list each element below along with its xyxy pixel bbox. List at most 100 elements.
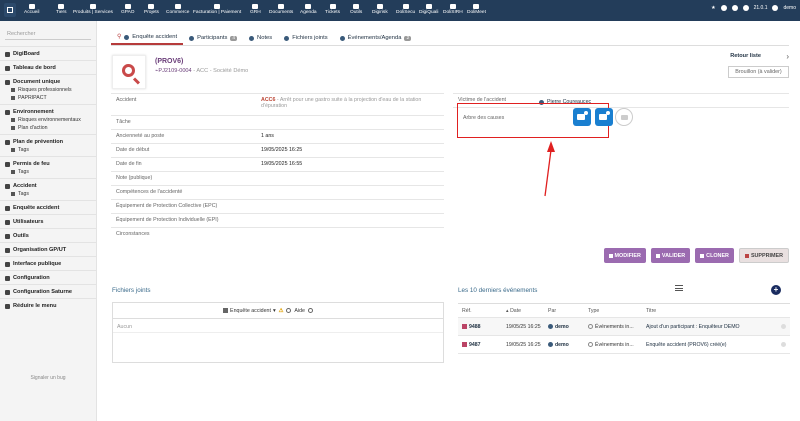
events-table: Réf. ▴ Date Par Type Titre 9488 19/05/25… (458, 303, 790, 354)
nav-gpao[interactable]: GPAO (121, 4, 135, 15)
ticket-icon (329, 4, 336, 9)
table-row[interactable]: 9487 19/05/25 16:25 demo Événements in..… (458, 336, 790, 354)
modify-button[interactable]: MODIFIER (603, 248, 646, 263)
tab-enquete-accident[interactable]: ⚲ Enquête accident (111, 31, 184, 45)
settings-icon[interactable] (731, 5, 738, 11)
trash-icon (744, 253, 749, 258)
tab-notes[interactable]: Notes (243, 31, 278, 45)
user-name[interactable]: demo (783, 5, 796, 11)
sidebar-item[interactable]: Tableau de bord (5, 65, 91, 71)
sidebar-subitem[interactable]: Plan d'action (5, 125, 91, 131)
list-icon (11, 126, 15, 130)
nav-digirisk[interactable]: Digirisk (372, 4, 388, 15)
sidebar-item[interactable]: Réduire le menu (5, 303, 91, 309)
table-row[interactable]: 9488 19/05/25 16:25 demo Événements in..… (458, 318, 790, 336)
chevron-right-icon[interactable]: › (786, 52, 789, 61)
field-row: Compétences de l'accidenté (111, 185, 444, 199)
nav-tickets[interactable]: Tickets (325, 4, 340, 15)
tab-participants[interactable]: Participants 4 (183, 31, 243, 45)
nav-facturation[interactable]: Facturation | Paiement (193, 4, 241, 15)
sidebar-item[interactable]: Accident (5, 183, 91, 189)
sidebar-subitem[interactable]: Risques professionnels (5, 87, 91, 93)
sidebar-item[interactable]: Interface publique (5, 261, 91, 267)
sidebar-subitem[interactable]: Tags (5, 169, 91, 175)
sidebar-item[interactable]: Organisation GP/UT (5, 247, 91, 253)
toggle-icon[interactable] (781, 324, 786, 329)
sidebar-item[interactable]: Configuration Saturne (5, 289, 91, 295)
top-navbar: Accueil Tiers Produits | Services GPAO P… (0, 0, 800, 21)
sidebar-item[interactable]: Enquête accident (5, 205, 91, 211)
delete-button[interactable]: SUPPRIMER (738, 248, 789, 263)
nav-produits[interactable]: Produits | Services (73, 4, 113, 15)
menu-icon (5, 139, 10, 145)
files-empty: Aucun (113, 319, 443, 333)
nav-tiers[interactable]: Tiers (56, 4, 66, 15)
sidebar-subitem[interactable]: Tags (5, 147, 91, 153)
version-label: 21.0.1 (753, 5, 768, 11)
upload-icon[interactable] (308, 308, 313, 313)
list-icon[interactable] (675, 285, 683, 291)
generate-icon[interactable] (286, 308, 292, 313)
field-row: Ancienneté au poste 1 ans (111, 129, 444, 143)
nav-documents[interactable]: Documents (269, 4, 293, 15)
sidebar-item[interactable]: DigiBoard (5, 51, 91, 57)
add-cause-node-button[interactable] (595, 108, 613, 126)
nav-grh[interactable]: GRH (250, 4, 261, 15)
list-icon (11, 118, 15, 122)
nav-dolimeet[interactable]: DoliMeet (467, 4, 486, 15)
calendar-icon (305, 4, 312, 9)
sidebar-item[interactable]: Plan de prévention (5, 139, 91, 145)
toggle-icon[interactable] (781, 342, 786, 347)
nav-agenda[interactable]: Agenda (300, 4, 317, 15)
menu-icon (5, 183, 10, 189)
star-icon[interactable]: ★ (711, 5, 715, 11)
tab-fichiers-joints[interactable]: Fichiers joints (278, 31, 333, 45)
sidebar-subitem[interactable]: PAPRIPACT (5, 95, 91, 101)
field-row: Accident ACC6 - Arrêt pour une gastro sui… (111, 93, 444, 115)
tab-evenements[interactable]: Événements/Agenda 2 (334, 31, 418, 45)
nav-dolisecu[interactable]: DoliSecu (396, 4, 415, 15)
sidebar-item[interactable]: Environnement (5, 109, 91, 115)
help-icon[interactable] (742, 5, 749, 11)
count-badge: 2 (404, 35, 412, 41)
sidebar-subitem[interactable]: Tags (5, 191, 91, 197)
search-input[interactable]: Rechercher (5, 29, 91, 40)
help-link[interactable]: Aide (294, 308, 305, 314)
users-icon (252, 4, 259, 9)
check-icon (655, 253, 660, 258)
nav-accueil[interactable]: Accueil (24, 4, 39, 15)
sidebar-item[interactable]: Utilisateurs (5, 219, 91, 225)
add-cause-tree-button[interactable] (573, 108, 591, 126)
users-icon (189, 35, 195, 41)
sidebar-group: Configuration (0, 270, 96, 284)
sidebar-item[interactable]: Outils (5, 233, 91, 239)
sidebar-item[interactable]: Document unique (5, 79, 91, 85)
avatar[interactable] (772, 5, 779, 11)
field-row: Date de fin 19/05/2025 16:55 (111, 157, 444, 171)
nav-projets[interactable]: Projets (144, 4, 159, 15)
building-icon (58, 4, 65, 9)
sidebar-group: Outils (0, 228, 96, 242)
sidebar-subitem[interactable]: Risques environnementaux (5, 117, 91, 123)
nav-digiquali[interactable]: DigiQuali (419, 4, 438, 15)
clone-button[interactable]: CLONER (695, 248, 734, 263)
menu-icon (5, 205, 10, 211)
home-icon[interactable] (4, 3, 16, 17)
document-icon (223, 308, 229, 313)
nav-commerce[interactable]: Commerce (166, 4, 189, 15)
add-event-button[interactable]: + (771, 285, 781, 295)
menu-icon (5, 303, 10, 309)
menu-icon (5, 219, 10, 225)
report-bug-link[interactable]: Signaler un bug (0, 375, 96, 381)
money-icon (214, 4, 221, 9)
sidebar-item[interactable]: Permis de feu (5, 161, 91, 167)
back-to-list-link[interactable]: Retour liste (730, 53, 761, 59)
validate-button[interactable]: VALIDER (650, 248, 691, 263)
menu-icon (5, 233, 10, 239)
menu-icon (5, 79, 10, 85)
nav-dolisirh[interactable]: DoliSIRH (443, 4, 463, 15)
nav-outils[interactable]: Outils (350, 4, 362, 15)
globe-icon[interactable] (720, 5, 727, 11)
doc-model-select[interactable]: Enquête accident ▾ (223, 308, 276, 314)
sidebar-item[interactable]: Configuration (5, 275, 91, 281)
